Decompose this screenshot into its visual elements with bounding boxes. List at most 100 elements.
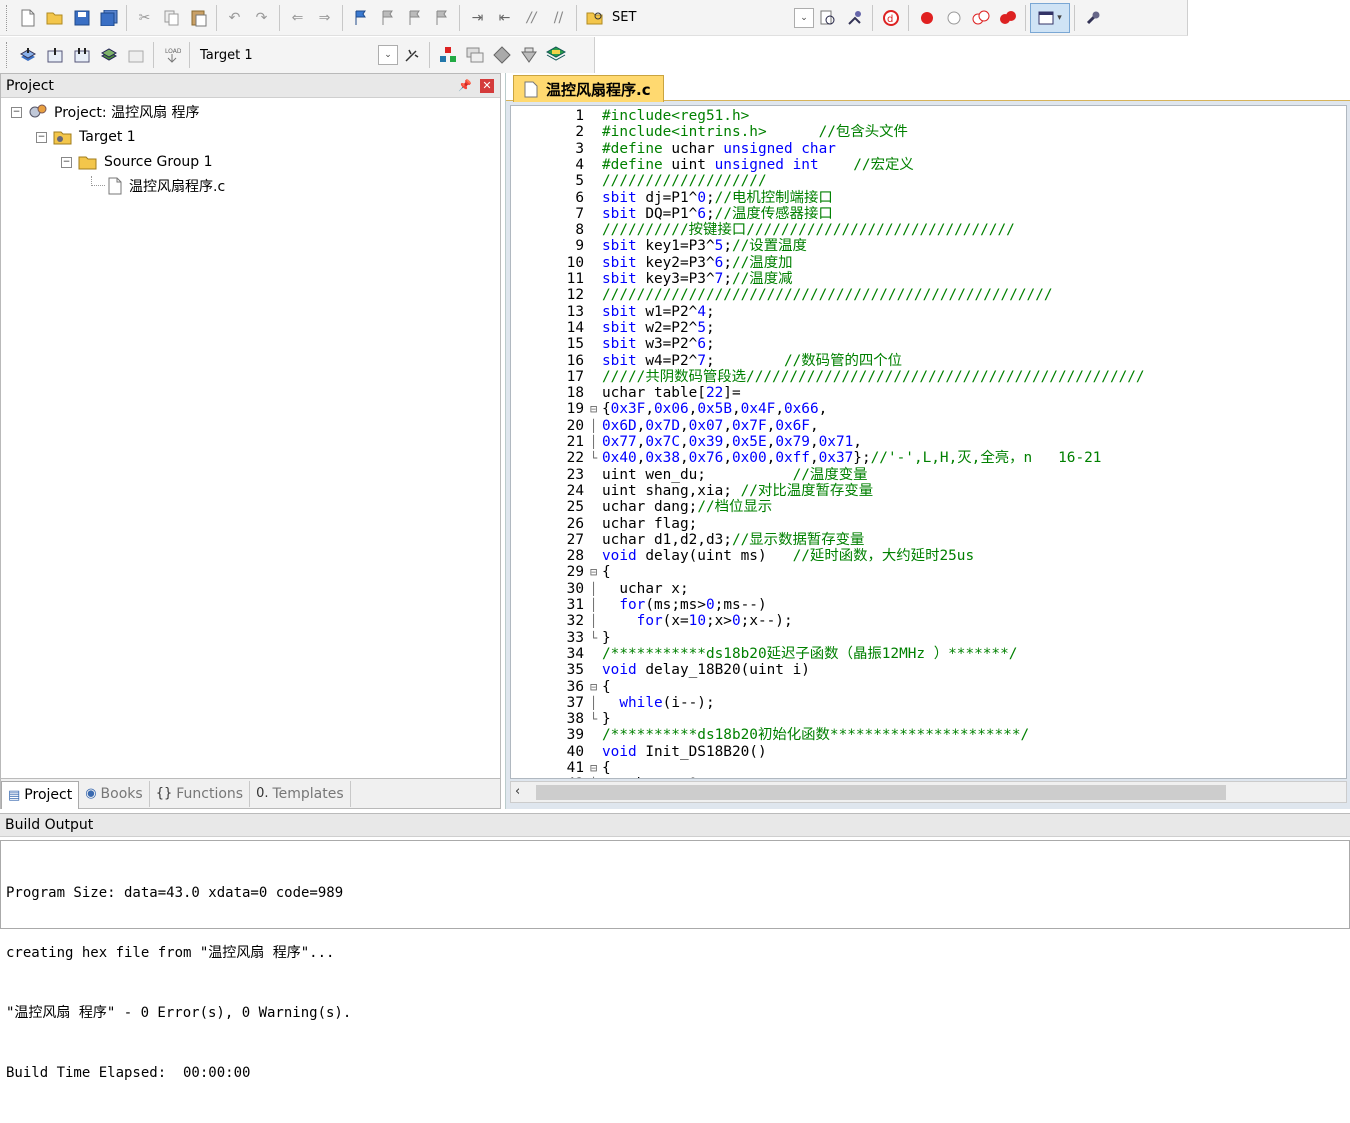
code-line[interactable]: 41 ⊟{	[511, 760, 1346, 776]
code-line[interactable]: 15 sbit w3=P2^6;	[511, 336, 1346, 352]
pin-icon[interactable]: 📌	[458, 79, 472, 92]
code-line[interactable]: 14 sbit w2=P2^5;	[511, 320, 1346, 336]
target-select[interactable]: Target 1	[194, 44, 378, 66]
code-line[interactable]: 20 │ 0x6D,0x7D,0x07,0x7F,0x6F,	[511, 418, 1346, 434]
save-all-icon[interactable]	[95, 3, 122, 33]
toolbar-grip[interactable]	[6, 42, 10, 68]
rebuild-icon[interactable]	[68, 40, 95, 70]
fold-toggle-icon[interactable]: ⊟	[590, 760, 601, 776]
target-options-icon[interactable]	[398, 40, 425, 70]
breakpoint-disable-all-icon[interactable]	[967, 3, 994, 33]
indent-icon[interactable]: ⇥	[464, 3, 491, 33]
redo-icon[interactable]: ↷	[248, 3, 275, 33]
fold-toggle-icon[interactable]: ⊟	[590, 401, 601, 417]
scrollbar-thumb[interactable]	[536, 785, 1226, 800]
code-line[interactable]: 25 uchar dang;//档位显示	[511, 499, 1346, 515]
code-line[interactable]: 30 │ uchar x;	[511, 581, 1346, 597]
code-line[interactable]: 13 sbit w1=P2^4;	[511, 304, 1346, 320]
breakpoint-disable-icon[interactable]	[940, 3, 967, 33]
code-line[interactable]: 36 ⊟{	[511, 679, 1346, 695]
tab-functions[interactable]: {} Functions	[150, 780, 251, 807]
code-line[interactable]: 12 //////////////////////////////////////…	[511, 287, 1346, 303]
close-icon[interactable]: ✕	[480, 78, 494, 93]
code-line[interactable]: 18 uchar table[22]=	[511, 385, 1346, 401]
cut-icon[interactable]: ✂	[131, 3, 158, 33]
code-line[interactable]: 17 /////共阴数码管段选//////////////////////////…	[511, 369, 1346, 385]
breakpoint-icon[interactable]	[913, 3, 940, 33]
tab-books[interactable]: ◉ Books	[79, 780, 150, 807]
build-icon[interactable]	[41, 40, 68, 70]
find-combobox[interactable]: SET	[608, 7, 794, 29]
breakpoint-kill-all-icon[interactable]	[994, 3, 1021, 33]
code-line[interactable]: 6 sbit dj=P1^0;//电机控制端接口	[511, 190, 1346, 206]
collapse-icon[interactable]: −	[36, 131, 47, 143]
code-line[interactable]: 7 sbit DQ=P1^6;//温度传感器接口	[511, 206, 1346, 222]
incremental-find-icon[interactable]	[841, 3, 868, 33]
fold-toggle-icon[interactable]: ⊟	[590, 679, 601, 695]
comment-icon[interactable]: //	[518, 3, 545, 33]
code-line[interactable]: 37 │ while(i--);	[511, 695, 1346, 711]
bookmark-icon[interactable]	[347, 3, 374, 33]
code-line[interactable]: 34 /***********ds18b20延迟子函数（晶振12MHz ）****…	[511, 646, 1346, 662]
debug-session-icon[interactable]: d	[877, 3, 904, 33]
tree-item-source-group[interactable]: − Source Group 1	[61, 151, 213, 173]
select-packs-icon[interactable]	[515, 40, 542, 70]
code-line[interactable]: 33 └}	[511, 630, 1346, 646]
find-in-files-icon[interactable]	[581, 3, 608, 33]
tab-project[interactable]: ▤ Project	[1, 780, 80, 809]
code-line[interactable]: 8 //////////按键接口/////////////////////////…	[511, 222, 1346, 238]
code-line[interactable]: 4 #define uint unsigned int //宏定义	[511, 157, 1346, 173]
find-icon[interactable]	[814, 3, 841, 33]
code-line[interactable]: 10 sbit key2=P3^6;//温度加	[511, 255, 1346, 271]
copy-icon[interactable]	[158, 3, 185, 33]
target-dropdown-arrow-icon[interactable]: ⌄	[378, 45, 398, 65]
batch-build-icon[interactable]	[95, 40, 122, 70]
code-line[interactable]: 27 uchar d1,d2,d3;//显示数据暂存变量	[511, 532, 1346, 548]
unindent-icon[interactable]: ⇤	[491, 3, 518, 33]
code-line[interactable]: 21 │ 0x77,0x7C,0x39,0x5E,0x79,0x71,	[511, 434, 1346, 450]
code-line[interactable]: 5 ///////////////////	[511, 173, 1346, 189]
toolbar-grip[interactable]	[6, 4, 10, 31]
code-line[interactable]: 19 ⊟ {0x3F,0x06,0x5B,0x4F,0x66,	[511, 401, 1346, 417]
paste-icon[interactable]	[185, 3, 212, 33]
tree-item-file[interactable]: 温控风扇程序.c	[91, 175, 225, 197]
save-icon[interactable]	[68, 3, 95, 33]
build-output-text[interactable]: Program Size: data=43.0 xdata=0 code=989…	[0, 840, 1350, 1081]
nav-forward-icon[interactable]: ⇒	[311, 3, 338, 33]
undo-icon[interactable]: ↶	[221, 3, 248, 33]
fold-toggle-icon[interactable]: ⊟	[590, 564, 601, 580]
code-line[interactable]: 9 sbit key1=P3^5;//设置温度	[511, 238, 1346, 254]
tab-templates[interactable]: 0. Templates	[250, 780, 351, 807]
code-line[interactable]: 39 /**********ds18b20初始化函数***************…	[511, 727, 1346, 743]
bookmark-clear-icon[interactable]	[428, 3, 455, 33]
code-line[interactable]: 29 ⊟{	[511, 564, 1346, 580]
code-line[interactable]: 3 #define uchar unsigned char	[511, 141, 1346, 157]
pack-installer-icon[interactable]	[488, 40, 515, 70]
scroll-left-icon[interactable]: ‹	[515, 784, 520, 799]
code-line[interactable]: 32 │ for(x=10;x>0;x--);	[511, 613, 1346, 629]
code-line[interactable]: 1 #include<reg51.h>	[511, 108, 1346, 124]
code-line[interactable]: 11 sbit key3=P3^7;//温度减	[511, 271, 1346, 287]
code-line[interactable]: 31 │ for(ms;ms>0;ms--)	[511, 597, 1346, 613]
code-line[interactable]: 24 uint shang,xia; //对比温度暂存变量	[511, 483, 1346, 499]
editor-tab[interactable]: 温控风扇程序.c	[513, 75, 664, 102]
tree-item-target[interactable]: − Target 1	[36, 126, 136, 148]
translate-icon[interactable]	[14, 40, 41, 70]
code-view[interactable]: 1 #include<reg51.h> 2 #include<intrins.h> /…	[510, 105, 1347, 779]
download-icon[interactable]: LOAD	[158, 40, 185, 70]
stop-build-icon[interactable]	[122, 40, 149, 70]
collapse-icon[interactable]: −	[11, 106, 22, 118]
bookmark-prev-icon[interactable]	[374, 3, 401, 33]
tree-item-project[interactable]: − Project: 温控风扇 程序	[11, 101, 200, 123]
horizontal-scrollbar[interactable]: ‹	[510, 781, 1347, 803]
bookmark-next-icon[interactable]	[401, 3, 428, 33]
open-folder-icon[interactable]	[41, 3, 68, 33]
window-layout-icon[interactable]: ▾	[1030, 2, 1070, 33]
manage-runtime-icon[interactable]	[542, 40, 569, 70]
collapse-icon[interactable]: −	[61, 156, 72, 168]
new-file-icon[interactable]	[14, 3, 41, 33]
configure-wrench-icon[interactable]	[1079, 3, 1106, 33]
manage-project-items-icon[interactable]	[434, 40, 461, 70]
code-line[interactable]: 26 uchar flag;	[511, 516, 1346, 532]
file-extensions-icon[interactable]	[461, 40, 488, 70]
